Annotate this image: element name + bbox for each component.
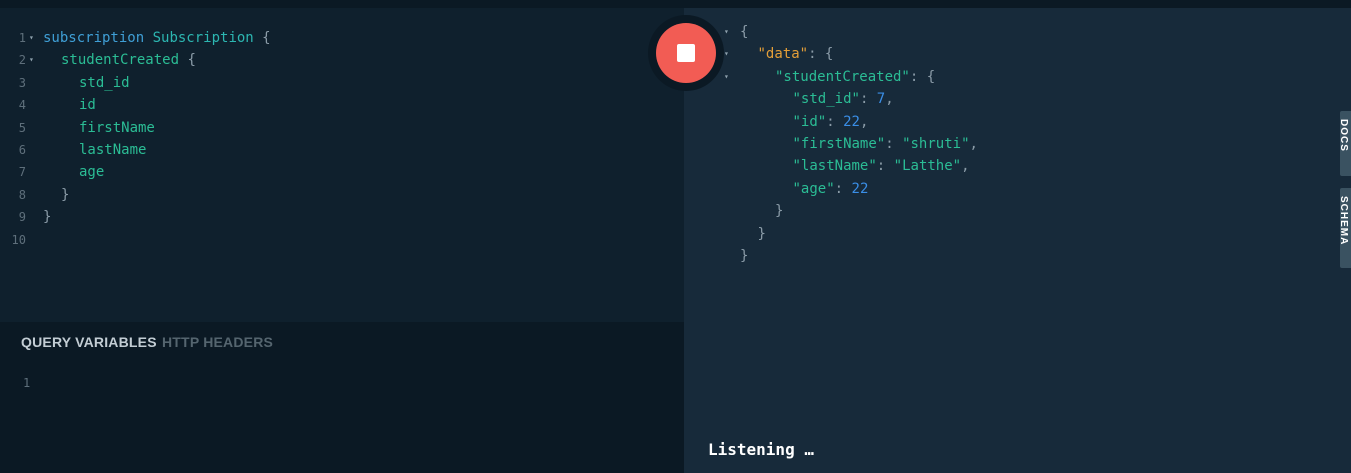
result-line: "firstName": "shruti",: [793, 133, 978, 155]
json-token: :: [826, 113, 844, 130]
fold-toggle-icon[interactable]: ▾: [724, 21, 729, 43]
editor-line: 9}: [0, 206, 684, 228]
json-token: "data": [757, 46, 809, 63]
tab-docs-label: DOCS: [1340, 119, 1349, 152]
json-token: ,: [969, 136, 978, 152]
code-token: firstName: [79, 119, 155, 136]
code-text: id: [79, 94, 96, 116]
code-token: lastName: [79, 142, 147, 158]
json-token: }: [757, 225, 766, 242]
json-token: 22: [843, 113, 860, 130]
stop-icon: [677, 44, 695, 62]
code-token: id: [79, 97, 96, 114]
line-number: 7: [18, 165, 26, 180]
fold-toggle-icon[interactable]: ▾: [724, 66, 729, 88]
result-line: }: [758, 223, 766, 245]
line-number: 3: [18, 75, 26, 90]
tab-schema-label: SCHEMA: [1340, 196, 1349, 246]
result-line: {: [740, 21, 748, 43]
json-token: "studentCreated": [775, 68, 910, 85]
subscription-status: Listening …: [708, 440, 814, 459]
line-number: 2: [18, 53, 26, 68]
result-line: "id": 22,: [793, 111, 869, 133]
editor-line: 5 firstName: [0, 117, 684, 139]
line-number: 1: [18, 31, 26, 45]
query-editor[interactable]: 1 ▾ subscription Subscription {2 ▾ studentCr…: [0, 8, 684, 322]
code-token: }: [43, 209, 52, 226]
line-number: 4: [18, 98, 26, 113]
editor-line: 1 ▾ subscription Subscription {: [0, 27, 684, 49]
json-token: "Latthe": [893, 158, 962, 175]
result-line: "data": {: [758, 43, 834, 65]
code-token: std_id: [79, 74, 130, 91]
json-token: }: [740, 248, 749, 264]
editor-line: 7 age: [0, 161, 684, 183]
json-token: "std_id": [792, 91, 860, 108]
json-token: ,: [859, 113, 869, 130]
json-token: : {: [808, 46, 834, 63]
json-token: :: [876, 158, 894, 175]
json-token: :: [834, 180, 852, 197]
editor-line: 3 std_id: [0, 72, 684, 94]
editor-line: 8}: [0, 184, 684, 206]
editor-line: 10: [0, 229, 684, 251]
tab-query-variables[interactable]: QUERY VARIABLES: [21, 334, 157, 350]
code-text: subscription Subscription {: [43, 27, 271, 49]
run-button-ring: [648, 15, 724, 91]
json-token: "id": [792, 113, 827, 130]
tab-http-headers[interactable]: HTTP HEADERS: [162, 334, 273, 350]
json-token: }: [775, 203, 784, 220]
json-token: ,: [885, 91, 894, 108]
json-token: "shruti": [902, 136, 970, 152]
code-text: studentCreated {: [61, 49, 196, 71]
editor-line: 2 ▾ studentCreated {: [0, 49, 684, 71]
code-text: }: [61, 184, 69, 206]
tab-docs[interactable]: DOCS: [1340, 111, 1351, 176]
result-line: "studentCreated": {: [775, 66, 935, 88]
json-token: ,: [961, 158, 970, 175]
fold-toggle-icon[interactable]: ▾: [29, 27, 39, 49]
line-number: 5: [18, 120, 26, 135]
fold-toggle-icon[interactable]: ▾: [29, 49, 39, 71]
result-line: "lastName": "Latthe",: [793, 155, 970, 177]
code-token: Subscription: [152, 30, 254, 46]
code-text: }: [43, 206, 51, 228]
line-number: 6: [18, 143, 26, 157]
json-token: :: [885, 136, 903, 152]
code-token: {: [179, 52, 196, 69]
result-line: "std_id": 7,: [793, 88, 894, 110]
code-text: age: [79, 161, 104, 183]
editor-line: 4 id: [0, 94, 684, 116]
code-token: studentCreated: [61, 52, 180, 69]
json-token: :: [859, 91, 877, 108]
code-text: lastName: [79, 139, 146, 161]
json-token: {: [740, 24, 749, 40]
variables-panel: QUERY VARIABLES HTTP HEADERS 1: [0, 322, 684, 473]
code-token: {: [253, 30, 271, 46]
code-token: age: [79, 164, 105, 181]
top-bar: [0, 0, 1351, 8]
json-token: "firstName": [792, 136, 886, 152]
fold-toggle-icon[interactable]: ▾: [724, 43, 729, 65]
editor-line: 6 lastName: [0, 139, 684, 161]
line-number: 10: [11, 232, 26, 247]
code-token: }: [61, 186, 70, 203]
stop-subscription-button[interactable]: [656, 23, 716, 83]
line-number: 8: [18, 187, 26, 202]
json-token: : {: [909, 68, 936, 85]
variables-line-number: 1: [23, 376, 31, 390]
code-text: std_id: [79, 72, 130, 94]
result-line: }: [775, 200, 783, 222]
result-line: }: [740, 245, 748, 267]
code-token: subscription: [43, 30, 145, 46]
json-token: 22: [851, 180, 869, 197]
json-token: "age": [792, 180, 835, 197]
tab-schema[interactable]: SCHEMA: [1340, 188, 1351, 268]
line-number: 9: [18, 210, 26, 225]
result-line: "age": 22: [793, 178, 869, 200]
json-token: "lastName": [792, 158, 877, 175]
json-token: 7: [876, 91, 886, 108]
code-text: firstName: [79, 117, 155, 139]
